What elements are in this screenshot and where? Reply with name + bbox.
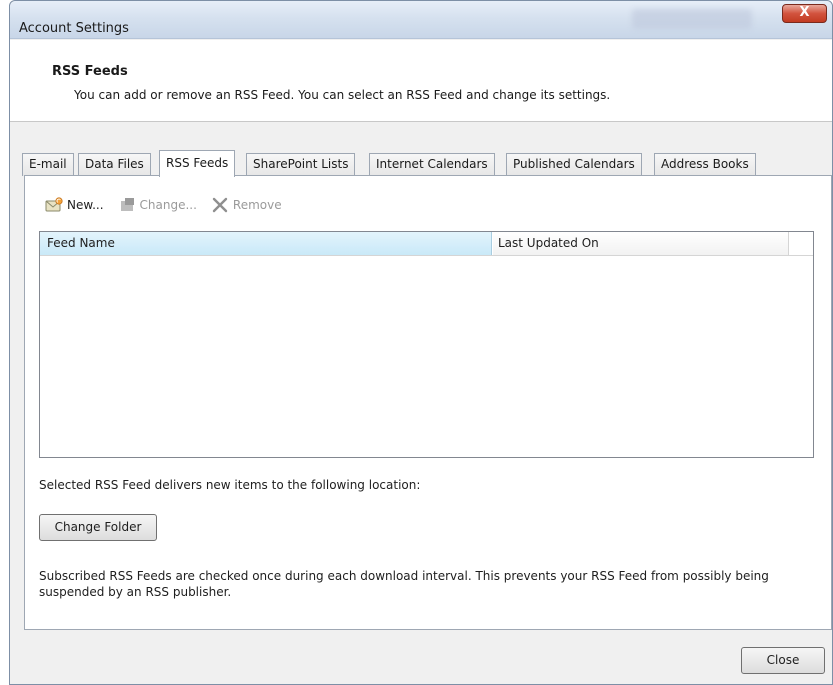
rss-new-icon xyxy=(45,197,63,213)
column-header-feed-name[interactable]: Feed Name xyxy=(40,232,492,255)
new-button[interactable]: New... xyxy=(45,197,104,213)
column-header-last-updated[interactable]: Last Updated On xyxy=(493,232,789,255)
remove-x-icon xyxy=(211,197,229,213)
window-close-button[interactable]: X xyxy=(782,4,827,23)
change-folder-button[interactable]: Change Folder xyxy=(39,514,157,541)
page-title: RSS Feeds xyxy=(52,64,128,79)
close-button[interactable]: Close xyxy=(741,647,825,674)
change-icon xyxy=(118,197,136,213)
new-button-label: New... xyxy=(67,198,104,212)
feed-list[interactable]: Feed Name Last Updated On xyxy=(39,231,814,458)
tab-data-files[interactable]: Data Files xyxy=(78,153,151,176)
toolbar: New... Change... Remove xyxy=(45,194,282,216)
tab-rss-feeds[interactable]: RSS Feeds xyxy=(159,150,236,177)
header-panel: RSS Feeds You can add or remove an RSS F… xyxy=(10,40,832,122)
tab-address-books[interactable]: Address Books xyxy=(654,153,756,176)
change-button[interactable]: Change... xyxy=(118,197,197,213)
title-bar[interactable]: Account Settings X xyxy=(10,1,832,39)
remove-button-label: Remove xyxy=(232,198,282,212)
remove-button[interactable]: Remove xyxy=(211,197,282,213)
close-icon: X xyxy=(799,5,810,20)
title-bar-blur xyxy=(632,9,752,29)
window-title: Account Settings xyxy=(19,21,129,36)
list-header: Feed Name Last Updated On xyxy=(40,232,813,256)
rss-feeds-panel: New... Change... Remove Feed Name Last U… xyxy=(24,175,832,630)
change-button-label: Change... xyxy=(139,198,197,212)
tab-published-calendars[interactable]: Published Calendars xyxy=(506,153,642,176)
info-text: Subscribed RSS Feeds are checked once du… xyxy=(39,569,769,599)
tab-sharepoint-lists[interactable]: SharePoint Lists xyxy=(246,153,356,176)
tab-internet-calendars[interactable]: Internet Calendars xyxy=(369,153,495,176)
account-settings-window: Account Settings X RSS Feeds You can add… xyxy=(9,0,833,685)
page-description: You can add or remove an RSS Feed. You c… xyxy=(74,88,611,102)
tab-email[interactable]: E-mail xyxy=(22,153,74,176)
location-label: Selected RSS Feed delivers new items to … xyxy=(39,478,421,492)
